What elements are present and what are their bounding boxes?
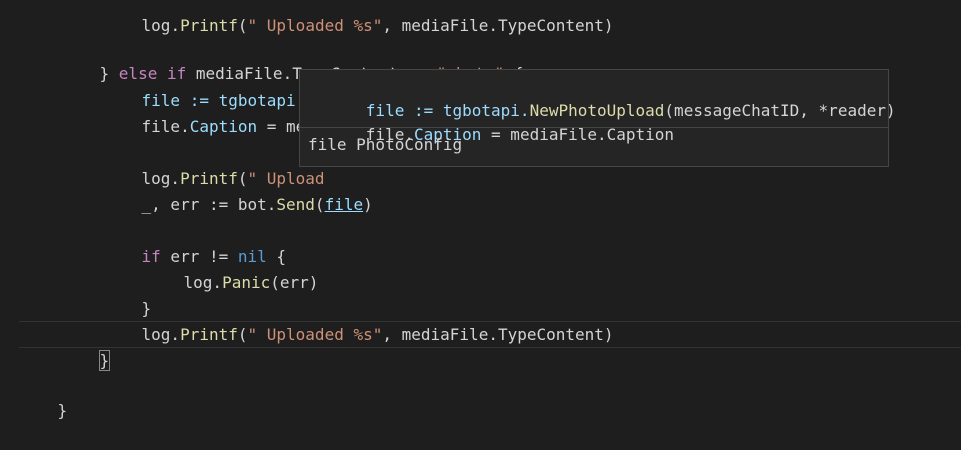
code-line: } bbox=[103, 270, 152, 318]
code-token: Caption bbox=[189, 117, 258, 136]
hover-token: file := tgbotapi. bbox=[365, 101, 530, 120]
code-token: Send bbox=[276, 195, 315, 214]
code-token: _, err := bot. bbox=[141, 195, 277, 214]
code-line: log.Panic(err) bbox=[145, 244, 319, 292]
code-token: file. bbox=[141, 117, 190, 136]
hover-tooltip: file := tgbotapi.NewPhotoUpload(messageC… bbox=[299, 69, 896, 167]
code-line: if err != nil { bbox=[103, 218, 287, 266]
code-token: (err) bbox=[270, 273, 319, 292]
code-token: " Uploaded %s" bbox=[247, 16, 383, 35]
code-token: . bbox=[170, 16, 181, 35]
code-token: } bbox=[57, 401, 68, 420]
code-token: , mediaFile.TypeContent) bbox=[382, 16, 614, 35]
code-token: log. bbox=[141, 325, 181, 344]
code-token: ( bbox=[237, 16, 248, 35]
code-token: ( bbox=[314, 195, 325, 214]
code-token: log bbox=[141, 16, 171, 35]
code-line: } else if mediaFile.TypeContent == "phot… bbox=[61, 35, 524, 83]
code-line: log.Printf(" Upload bbox=[103, 140, 325, 188]
hovered-symbol-link[interactable]: file bbox=[325, 195, 364, 214]
code-line: } bbox=[19, 372, 68, 420]
matched-bracket: } bbox=[98, 350, 111, 371]
code-token: log. bbox=[183, 273, 223, 292]
code-line: file.Caption = medi bbox=[103, 88, 325, 136]
code-token: Printf bbox=[180, 325, 238, 344]
code-token: ( bbox=[237, 325, 248, 344]
code-token: , mediaFile.TypeContent) bbox=[382, 325, 614, 344]
code-line: } bbox=[61, 322, 111, 371]
hover-signature: file := tgbotapi.NewPhotoUpload(messageC… bbox=[300, 70, 896, 144]
code-editor[interactable]: log.Printf(" Uploaded %s", mediaFile.Typ… bbox=[0, 0, 961, 420]
code-line: log.Printf(" Uploaded %s", mediaFile.Typ… bbox=[103, 296, 614, 344]
code-line: log.Printf(" Uploaded %s", mediaFile.Typ… bbox=[103, 0, 614, 35]
code-token: Panic bbox=[222, 273, 271, 292]
code-token: " Uploaded %s" bbox=[247, 325, 383, 344]
hover-token: = mediaFile.Caption bbox=[481, 125, 675, 144]
code-token: ) bbox=[363, 195, 373, 214]
hover-token: (messageChatID, *reader) bbox=[664, 101, 896, 120]
code-line: file := tgbotapi.Ne bbox=[103, 62, 325, 110]
code-token: Printf bbox=[180, 16, 238, 35]
hover-token: NewPhotoUpload bbox=[529, 101, 665, 120]
hover-signature-line: file := tgbotapi.NewPhotoUpload(messageC… bbox=[308, 75, 896, 120]
